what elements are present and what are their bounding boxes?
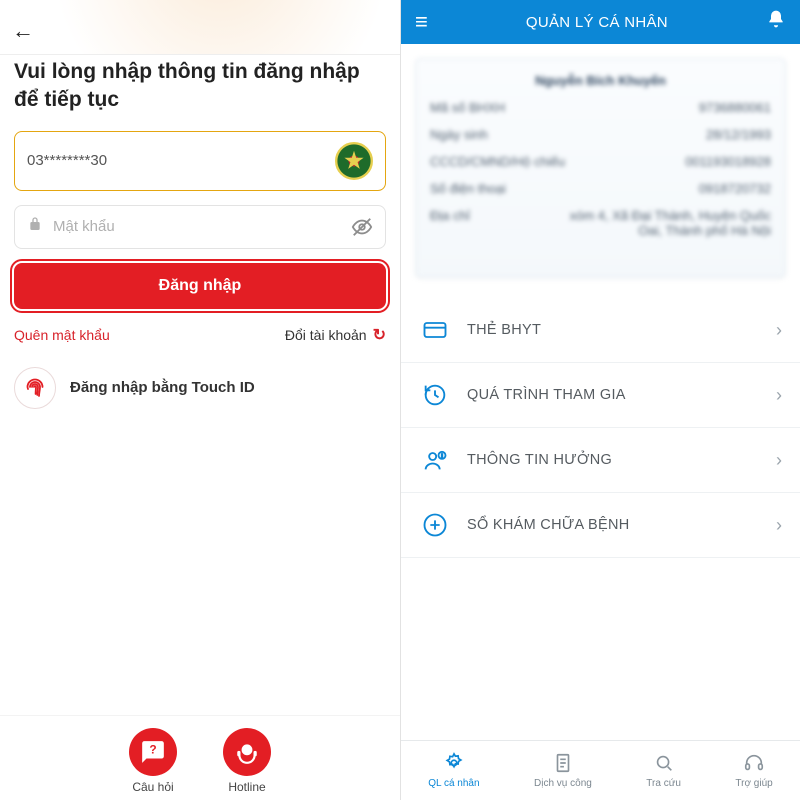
bell-icon[interactable] (766, 9, 786, 35)
emblem-badge-icon (335, 142, 373, 180)
question-bubble-icon: ? (129, 728, 177, 776)
tab-label: Dịch vụ công (534, 778, 592, 789)
chevron-right-icon: › (776, 450, 782, 471)
touch-id-button[interactable]: Đăng nhập bằng Touch ID (14, 367, 386, 409)
header-title: QUẢN LÝ CÁ NHÂN (526, 14, 668, 31)
tab-personal[interactable]: QL cá nhân (428, 752, 479, 789)
password-input[interactable] (53, 218, 341, 235)
profile-screen: ≡ QUẢN LÝ CÁ NHÂN Nguyễn Bích Khuyến Mã … (400, 0, 800, 800)
medical-cross-icon (419, 509, 451, 541)
phone-input[interactable] (27, 152, 325, 169)
clock-arrow-icon (419, 379, 451, 411)
tab-lookup[interactable]: Tra cứu (646, 752, 681, 789)
menu-list: THẺ BHYT › QUÁ TRÌNH THAM GIA › i THÔNG … (401, 298, 800, 558)
switch-account-link[interactable]: Đổi tài khoản ↻ (285, 325, 386, 345)
forgot-password-link[interactable]: Quên mật khẩu (14, 327, 110, 343)
hotline-button[interactable]: Hotline (223, 728, 271, 794)
menu-label: SỔ KHÁM CHỮA BỆNH (467, 517, 760, 533)
touch-id-label: Đăng nhập bằng Touch ID (70, 379, 255, 396)
bottom-actions: ? Câu hỏi Hotline (0, 715, 400, 800)
tab-label: Trợ giúp (735, 778, 772, 789)
faq-button[interactable]: ? Câu hỏi (129, 728, 177, 794)
svg-text:?: ? (149, 743, 156, 757)
login-screen: ← Vui lòng nhập thông tin đăng nhập để t… (0, 0, 400, 800)
menu-label: THÔNG TIN HƯỞNG (467, 452, 760, 468)
card-code-value: 9736880061 (699, 100, 771, 115)
card-cccd-label: CCCD/CMND/Hộ chiếu (430, 154, 565, 169)
back-arrow-icon[interactable]: ← (12, 18, 34, 44)
bottom-tab-bar: QL cá nhân Dịch vụ công Tra cứu Trợ giúp (401, 740, 800, 800)
search-icon (653, 752, 675, 774)
lock-icon (27, 216, 43, 237)
document-icon (552, 752, 574, 774)
hamburger-menu-icon[interactable]: ≡ (415, 9, 428, 35)
card-code-label: Mã số BHXH (430, 100, 505, 115)
tab-label: QL cá nhân (428, 778, 479, 789)
tab-help[interactable]: Trợ giúp (735, 752, 772, 789)
chevron-right-icon: › (776, 385, 782, 406)
fingerprint-icon (14, 367, 56, 409)
card-phone-label: Số điện thoại (430, 181, 506, 196)
menu-item-bhyt-card[interactable]: THẺ BHYT › (401, 298, 800, 363)
page-title: Vui lòng nhập thông tin đăng nhập để tiế… (14, 58, 386, 115)
login-button[interactable]: Đăng nhập (14, 263, 386, 309)
eye-off-icon[interactable] (351, 216, 373, 238)
gear-icon (443, 752, 465, 774)
headset-icon (223, 728, 271, 776)
card-phone-value: 0918720732 (699, 181, 771, 196)
card-name: Nguyễn Bích Khuyến (430, 73, 771, 88)
phone-field[interactable] (14, 131, 386, 191)
chevron-right-icon: › (776, 515, 782, 536)
svg-text:i: i (441, 454, 442, 460)
chevron-right-icon: › (776, 320, 782, 341)
user-info-icon: i (419, 444, 451, 476)
menu-item-benefit-info[interactable]: i THÔNG TIN HƯỞNG › (401, 428, 800, 493)
refresh-icon: ↻ (373, 325, 386, 345)
headset-icon (743, 752, 765, 774)
card-addr-label: Địa chỉ (430, 208, 470, 238)
menu-item-medical-record[interactable]: SỔ KHÁM CHỮA BỆNH › (401, 493, 800, 558)
card-dob-value: 28/12/1993 (706, 127, 771, 142)
tab-label: Tra cứu (646, 778, 681, 789)
card-icon (419, 314, 451, 346)
hotline-label: Hotline (228, 780, 265, 794)
menu-label: THẺ BHYT (467, 322, 760, 338)
faq-label: Câu hỏi (132, 780, 173, 794)
app-header: ≡ QUẢN LÝ CÁ NHÂN (401, 0, 800, 44)
menu-item-participation[interactable]: QUÁ TRÌNH THAM GIA › (401, 363, 800, 428)
card-cccd-value: 001193018928 (685, 154, 771, 169)
switch-account-label: Đổi tài khoản (285, 327, 367, 343)
password-field[interactable] (14, 205, 386, 249)
personal-info-card: Nguyễn Bích Khuyến Mã số BHXH9736880061 … (415, 58, 786, 278)
menu-label: QUÁ TRÌNH THAM GIA (467, 387, 760, 403)
card-dob-label: Ngày sinh (430, 127, 488, 142)
card-addr-value: xóm 4, Xã Đại Thành, Huyện Quốc Oai, Thà… (566, 208, 771, 238)
tab-public-service[interactable]: Dịch vụ công (534, 752, 592, 789)
